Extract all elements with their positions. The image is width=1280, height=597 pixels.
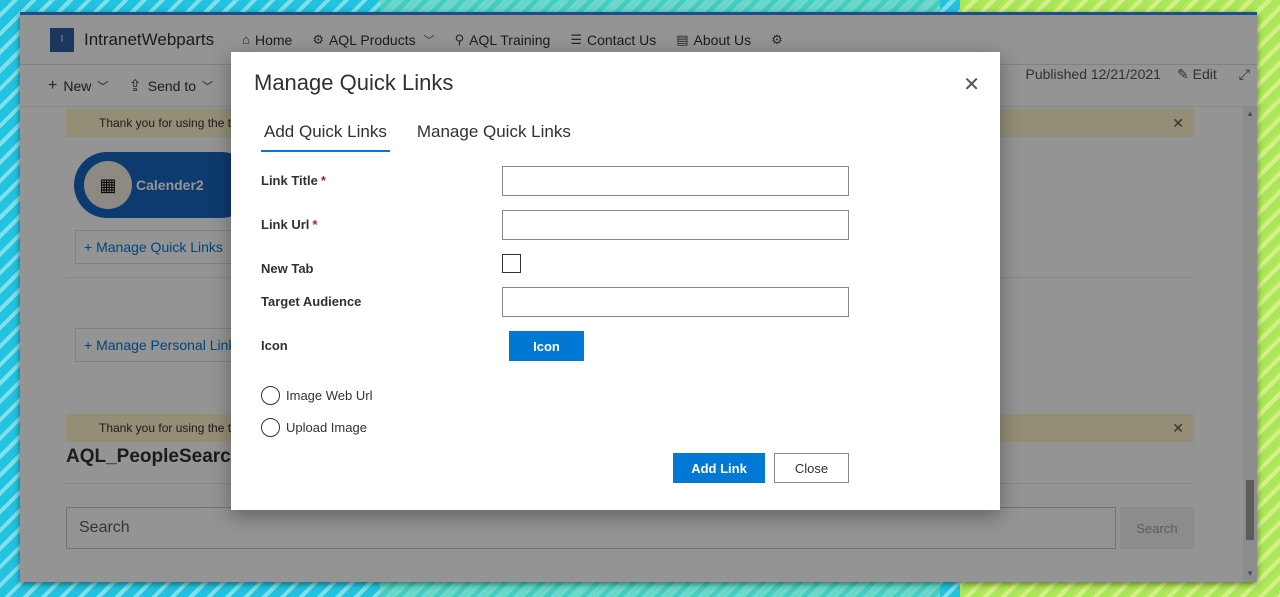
expand-icon[interactable]: ⤢: [1239, 66, 1250, 83]
target-audience-input[interactable]: [502, 287, 849, 317]
radio-label: Image Web Url: [286, 388, 373, 403]
required-marker: *: [312, 217, 318, 232]
published-status: Published 12/21/2021: [1025, 66, 1161, 82]
dialog-title: Manage Quick Links: [254, 70, 454, 95]
required-marker: *: [320, 173, 326, 188]
link-url-label: Link Url *: [261, 217, 317, 232]
radio-image-web-url[interactable]: Image Web Url: [261, 386, 372, 405]
tab-manage-quick-links[interactable]: Manage Quick Links: [414, 120, 574, 152]
command-bar-right: Published 12/21/2021 ✎ Edit ⤢: [1025, 53, 1250, 95]
icon-label: Icon: [261, 338, 288, 353]
link-title-text: Link Title: [261, 173, 318, 188]
link-url-text: Link Url: [261, 217, 310, 232]
radio-upload-image[interactable]: Upload Image: [261, 418, 367, 437]
new-tab-checkbox[interactable]: [502, 254, 521, 273]
close-icon[interactable]: ✕: [963, 72, 980, 97]
add-link-button[interactable]: Add Link: [673, 453, 765, 483]
icon-picker-button[interactable]: Icon: [509, 331, 584, 361]
link-url-input[interactable]: [502, 210, 849, 240]
link-title-label: Link Title *: [261, 173, 326, 188]
pencil-icon: ✎: [1176, 65, 1189, 82]
edit-button[interactable]: Edit: [1193, 66, 1217, 82]
dialog-tabs: Add Quick Links Manage Quick Links: [261, 120, 598, 152]
tab-add-quick-links[interactable]: Add Quick Links: [261, 120, 390, 152]
radio-circle[interactable]: [261, 386, 280, 405]
target-audience-label: Target Audience: [261, 294, 362, 309]
link-title-input[interactable]: [502, 166, 849, 196]
close-button[interactable]: Close: [774, 453, 849, 483]
radio-label: Upload Image: [286, 420, 367, 435]
new-tab-label: New Tab: [261, 261, 314, 276]
radio-circle[interactable]: [261, 418, 280, 437]
manage-quick-links-dialog: Manage Quick Links ✕ Add Quick Links Man…: [231, 52, 1000, 510]
